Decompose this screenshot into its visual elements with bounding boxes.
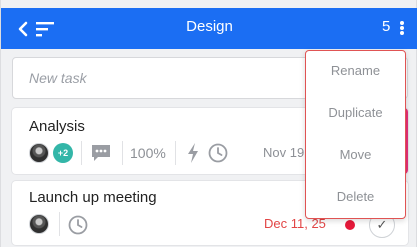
page-title: Design xyxy=(186,18,233,35)
task-list-app: Design 5 Analysis +2 100% Nov 19 La xyxy=(0,0,417,247)
menu-item-delete[interactable]: Delete xyxy=(306,189,405,204)
divider xyxy=(81,141,82,165)
divider xyxy=(122,141,123,165)
menu-item-rename[interactable]: Rename xyxy=(306,63,405,78)
comment-icon[interactable] xyxy=(91,144,111,162)
clock-icon[interactable] xyxy=(68,215,88,235)
bolt-icon[interactable] xyxy=(186,142,200,164)
avatar[interactable] xyxy=(29,214,49,234)
context-menu: Rename Duplicate Move Delete xyxy=(305,50,406,219)
check-icon: ✓ xyxy=(376,217,388,232)
clock-icon[interactable] xyxy=(208,143,228,163)
overdue-dot xyxy=(345,220,355,230)
avatar[interactable] xyxy=(29,143,49,163)
due-date: Nov 19 xyxy=(263,145,305,160)
menu-item-move[interactable]: Move xyxy=(306,147,405,162)
header-bar: Design 5 xyxy=(1,8,417,49)
divider xyxy=(175,141,176,165)
task-title: Analysis xyxy=(29,118,85,135)
divider xyxy=(59,212,60,236)
menu-item-duplicate[interactable]: Duplicate xyxy=(306,105,405,120)
kebab-menu-icon[interactable] xyxy=(397,20,407,38)
task-title: Launch up meeting xyxy=(29,189,157,206)
extra-members-badge[interactable]: +2 xyxy=(53,143,73,163)
progress-value: 100% xyxy=(130,145,166,161)
task-count: 5 xyxy=(382,18,391,35)
